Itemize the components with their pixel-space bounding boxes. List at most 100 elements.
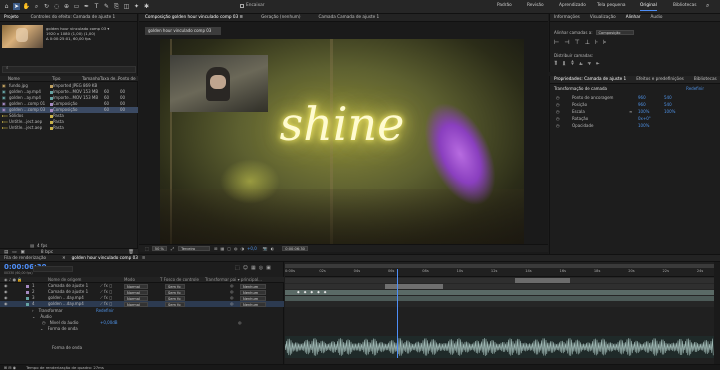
eraser-tool-icon[interactable]: ◫ xyxy=(123,3,130,10)
transform-reset-button[interactable]: Redefinir xyxy=(96,309,114,313)
layer-3-bar[interactable] xyxy=(285,290,714,295)
keyframe-markers[interactable]: ◆◆◆◆◆ xyxy=(297,290,330,295)
orbit-camera-icon[interactable]: ◌ xyxy=(53,3,60,10)
workspace-1[interactable]: Revisão xyxy=(527,3,544,8)
property-value-2[interactable]: 540 xyxy=(664,102,672,107)
align-target-dropdown[interactable]: Composição xyxy=(595,30,634,35)
col-parent[interactable]: Transformar pai ▾ principal... xyxy=(205,277,262,282)
layer-label-swatch[interactable] xyxy=(26,296,29,300)
layer-label-swatch[interactable] xyxy=(26,302,29,306)
layer-label-swatch[interactable] xyxy=(26,284,29,288)
roto-brush-icon[interactable]: ✦ xyxy=(133,3,140,10)
col-track-matte[interactable]: T Fosco de controle xyxy=(160,277,199,282)
align-right-icon[interactable]: ⊤ xyxy=(574,40,579,46)
tab-render-queue[interactable]: Fila de renderização xyxy=(4,255,46,260)
transform-group-row[interactable]: › Transformar Redefinir xyxy=(32,309,282,313)
clone-stamp-icon[interactable]: ⎘ xyxy=(113,3,120,10)
shy-icon[interactable]: ☺ xyxy=(243,266,248,271)
audio-group-row[interactable]: ⌄ Áudio xyxy=(32,315,52,319)
layer-parent-dropdown[interactable]: Nenhum xyxy=(240,295,266,301)
region-icon[interactable]: ▢ xyxy=(227,246,231,251)
comp-breadcrumb[interactable]: golden hour vinculado comp 03 xyxy=(145,27,221,35)
layer-parent-dropdown[interactable]: Nenhum xyxy=(240,301,266,307)
workspace-3[interactable]: Tela pequena xyxy=(597,3,626,8)
timeline-layer-row[interactable]: ◉ 4 golden ...day.mp4 ⟋ fx ◻ Normal Sem fo ◎ Ne… xyxy=(0,301,284,307)
exposure-value[interactable]: +0,0 xyxy=(247,246,257,251)
time-ruler[interactable]: 0:00s 02s 04s 06s 08s 10s 12s 14s 16s 18s 20s 22s 24… xyxy=(285,269,714,277)
grid-icon[interactable]: ⊞ xyxy=(214,246,217,251)
project-col-0[interactable]: Nome xyxy=(8,76,20,81)
distribute-bottom-icon[interactable]: ⫩ xyxy=(571,61,574,67)
collapse-arrow-icon-2[interactable]: ⌄ xyxy=(40,326,43,331)
collapse-arrow-icon[interactable]: ⌄ xyxy=(32,315,35,319)
project-col-2[interactable]: Tamanho xyxy=(82,76,100,81)
workspace-5[interactable]: Bibliotecas xyxy=(673,3,696,8)
layer-1-clip[interactable] xyxy=(515,278,570,283)
layer-matte-dropdown[interactable]: Sem fo xyxy=(165,289,185,295)
layer-switches-icon[interactable]: ⟋ fx ◻ xyxy=(100,284,112,288)
visibility-eye-icon[interactable]: ◉ xyxy=(4,296,8,300)
stopwatch-icon[interactable]: ◷ xyxy=(556,109,560,114)
distribute-left-icon[interactable]: ⫨ xyxy=(579,61,582,67)
graph-editor-icon[interactable]: ▣ xyxy=(266,266,271,271)
motion-blur-icon[interactable]: ◎ xyxy=(259,266,263,271)
pan-behind-icon[interactable]: ⊕ xyxy=(63,3,70,10)
layer-label-swatch[interactable] xyxy=(26,290,29,294)
composition-canvas[interactable]: shine xyxy=(160,39,524,244)
align-hcenter-icon[interactable]: ⊣ xyxy=(564,40,569,46)
stopwatch-icon[interactable]: ◷ xyxy=(42,320,46,325)
tab-timeline-comp[interactable]: golden hour vinculado comp 03 xyxy=(72,255,138,260)
stopwatch-icon[interactable]: ◷ xyxy=(556,102,560,107)
constrain-link-icon[interactable]: ∞ xyxy=(629,109,632,114)
col-source-name[interactable]: Nome de origem xyxy=(48,277,81,282)
property-value-1[interactable]: 0x+0° xyxy=(638,116,651,121)
work-area-bar[interactable] xyxy=(285,264,714,268)
layer-switches-icon[interactable]: ⟋ fx ◻ xyxy=(100,290,112,294)
layer-name[interactable]: Camada de ajuste 1 xyxy=(48,284,88,288)
pickwhip-icon[interactable]: ◎ xyxy=(230,290,234,294)
pickwhip-icon[interactable]: ◎ xyxy=(230,296,234,300)
layer-mode-dropdown[interactable]: Normal xyxy=(124,301,148,307)
align-top-icon[interactable]: ⊥ xyxy=(585,40,590,46)
workspace-4[interactable]: Original xyxy=(640,3,657,12)
shine-text-overlay[interactable]: shine xyxy=(160,101,524,147)
layer-switches-icon[interactable]: ⟋ fx ◻ xyxy=(100,296,112,300)
search-help-icon[interactable]: ⌕ xyxy=(706,3,709,9)
channel-icon[interactable]: ◑ xyxy=(241,246,245,251)
stopwatch-icon[interactable]: ◷ xyxy=(556,123,560,128)
distribute-right-icon[interactable]: ⫦ xyxy=(596,61,599,67)
pickwhip-icon[interactable]: ◎ xyxy=(230,284,234,288)
layer-name[interactable]: golden ...day.mp4 xyxy=(48,296,84,300)
color-icon[interactable]: ◐ xyxy=(271,246,275,251)
workspace-2[interactable]: Aprendizado xyxy=(559,3,586,8)
stopwatch-icon[interactable]: ◷ xyxy=(556,116,560,121)
project-col-1[interactable]: Tipo xyxy=(52,76,60,81)
resolution-dropdown[interactable]: Terceiro xyxy=(178,246,211,251)
layer-mode-dropdown[interactable]: Normal xyxy=(124,289,148,295)
transform-section-title[interactable]: Transformação de camada xyxy=(554,87,607,91)
distribute-hcenter-icon[interactable]: ⫧ xyxy=(588,61,591,67)
visibility-eye-icon[interactable]: ◉ xyxy=(4,290,8,294)
layer-parent-dropdown[interactable]: Nenhum xyxy=(240,283,266,289)
properties-tab-2[interactable]: Bibliotecas xyxy=(694,77,717,81)
fit-icon[interactable]: ⤢ xyxy=(171,246,174,251)
info-tab-2[interactable]: Alinhar xyxy=(626,15,641,19)
align-left-icon[interactable]: ⊢ xyxy=(554,40,559,46)
visibility-eye-icon[interactable]: ◉ xyxy=(4,284,8,288)
brush-tool-icon[interactable]: ✎ xyxy=(103,3,110,10)
property-value-1[interactable]: 100% xyxy=(638,109,649,114)
info-tab-0[interactable]: Informações xyxy=(554,15,580,19)
close-tab-icon[interactable]: ✕ xyxy=(62,255,66,260)
home-icon[interactable]: ⌂ xyxy=(3,3,10,10)
project-search-input[interactable]: ⌕ xyxy=(2,66,136,73)
project-col-3[interactable]: Taxa de... xyxy=(100,76,119,81)
zoom-tool-icon[interactable]: ⌕ xyxy=(33,3,40,10)
property-value-2[interactable]: 540 xyxy=(664,95,672,100)
workspace-0[interactable]: Padrão xyxy=(497,3,512,8)
timeline-scrollbar[interactable] xyxy=(714,262,720,364)
property-value-1[interactable]: 960 xyxy=(638,95,646,100)
layer-2-bar[interactable] xyxy=(285,284,714,289)
preview-fps-label[interactable]: 4 fps xyxy=(37,243,47,248)
distribute-top-icon[interactable]: ⫪ xyxy=(554,61,557,67)
property-value-1[interactable]: 100% xyxy=(638,123,649,128)
